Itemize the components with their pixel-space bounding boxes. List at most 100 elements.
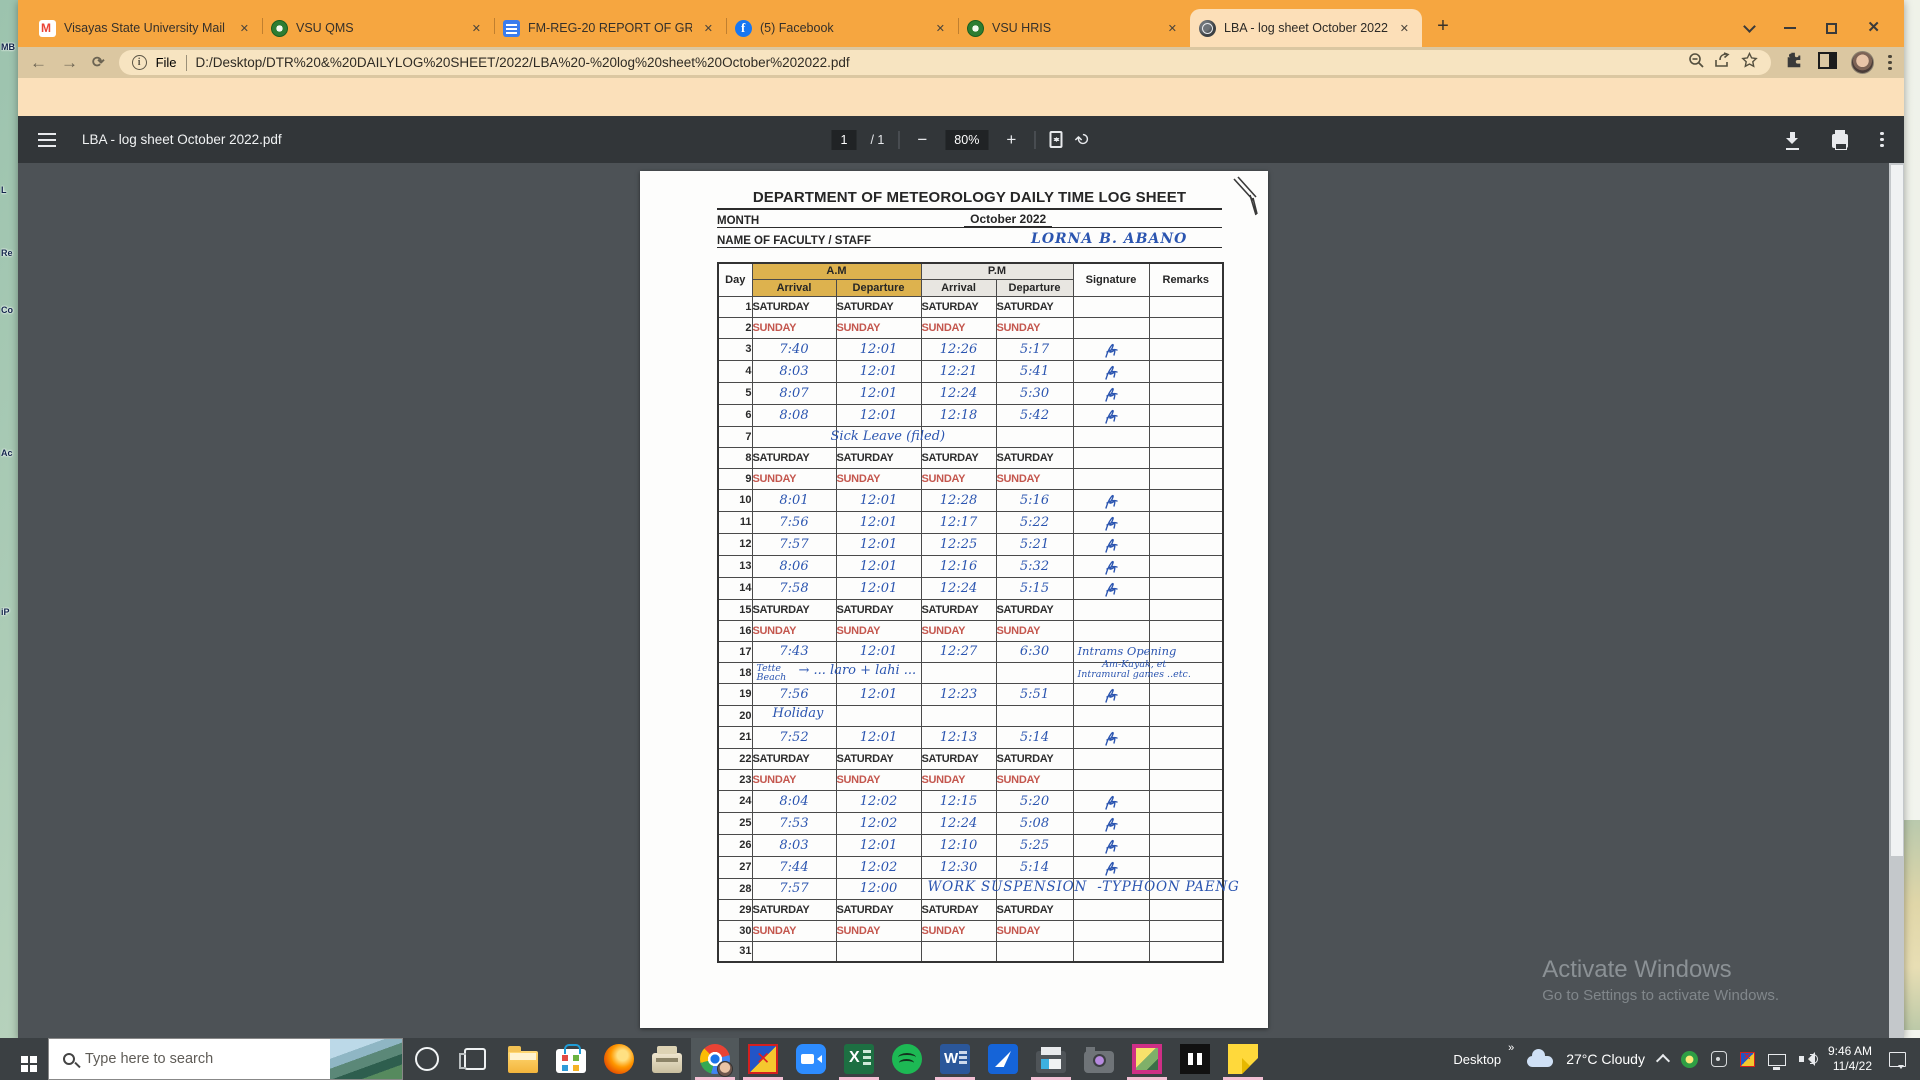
pdf-menu-icon[interactable] <box>38 139 56 141</box>
table-row: 18Tette Beach→ ... laro + lahi ...Am-Kay… <box>718 662 1223 683</box>
desktop-icon-label[interactable]: MB <box>1 42 18 52</box>
show-hidden-icons-chevron[interactable] <box>1656 1054 1670 1068</box>
page-number-input[interactable]: 1 <box>831 130 856 150</box>
remarks-cell <box>1149 769 1223 790</box>
tab-close-icon[interactable]: ✕ <box>236 20 253 37</box>
volume-icon[interactable] <box>1799 1052 1815 1066</box>
pm-arrival-cell: 12:24 <box>921 382 996 404</box>
signature-cell <box>1073 577 1149 599</box>
taskbar-chrome-icon[interactable] <box>691 1038 739 1080</box>
start-button[interactable] <box>0 1038 48 1080</box>
side-panel-icon[interactable] <box>1818 52 1837 74</box>
taskbar-camera-icon[interactable] <box>1075 1038 1123 1080</box>
chrome-app-icon <box>700 1044 730 1074</box>
tab-close-icon[interactable]: ✕ <box>1396 20 1413 37</box>
minimize-button[interactable] <box>1784 27 1796 29</box>
taskbar-printer-icon[interactable] <box>1027 1038 1075 1080</box>
share-icon[interactable] <box>1714 52 1732 73</box>
reload-button[interactable]: ⟳ <box>92 54 105 71</box>
browser-tab[interactable]: VSU QMS✕ <box>262 9 494 47</box>
zoom-out-button[interactable]: − <box>913 130 931 150</box>
network-icon[interactable] <box>1768 1054 1786 1066</box>
browser-menu-icon[interactable] <box>1888 52 1892 73</box>
weather-cloud-icon[interactable] <box>1527 1056 1553 1067</box>
search-highlight-image[interactable] <box>330 1039 402 1079</box>
pm-departure-cell: 5:16 <box>996 489 1073 511</box>
back-button[interactable]: ← <box>30 54 47 71</box>
fit-to-page-icon[interactable] <box>1049 131 1062 148</box>
browser-tab[interactable]: LBA - log sheet October 2022.pdf✕ <box>1190 9 1422 47</box>
weekend-cell: SATURDAY <box>752 296 836 317</box>
print-icon[interactable] <box>1832 134 1848 148</box>
pdf-more-menu-icon[interactable] <box>1880 129 1884 150</box>
zoom-in-button[interactable]: + <box>1002 130 1020 150</box>
taskbar-excel-icon[interactable] <box>835 1038 883 1080</box>
tray-app-icon[interactable] <box>1711 1051 1727 1067</box>
desktop-toolbar-chevron-icon[interactable]: » <box>1508 1042 1514 1054</box>
action-center-icon[interactable] <box>1889 1052 1906 1067</box>
taskbar-photos-icon[interactable] <box>1123 1038 1171 1080</box>
download-icon[interactable] <box>1786 132 1800 147</box>
forward-button[interactable]: → <box>61 54 78 71</box>
taskbar-firefox-icon[interactable] <box>595 1038 643 1080</box>
tab-close-icon[interactable]: ✕ <box>700 20 717 37</box>
taskbar-store-icon[interactable] <box>547 1038 595 1080</box>
taskbar-spotify-icon[interactable] <box>883 1038 931 1080</box>
omnibox[interactable]: i File D:/Desktop/DTR%20&%20DAILYLOG%20S… <box>119 50 1771 75</box>
pdf-scrollbar-thumb[interactable] <box>1891 165 1903 856</box>
desktop-icon-label[interactable]: Re <box>1 248 18 258</box>
handwritten-note: → ... laro + lahi ... <box>799 663 917 678</box>
tab-search-chevron-icon[interactable] <box>1744 20 1757 33</box>
taskbar-explorer-icon[interactable] <box>499 1038 547 1080</box>
taskbar-scan-icon[interactable] <box>643 1038 691 1080</box>
desktop-icon-label[interactable]: Ac <box>1 448 18 458</box>
zoom-page-icon[interactable] <box>1688 52 1705 74</box>
activate-windows-watermark: Activate Windows Go to Settings to activ… <box>1542 956 1779 1004</box>
taskbar-sticky-icon[interactable] <box>1219 1038 1267 1080</box>
page-info-icon[interactable]: i <box>132 55 147 70</box>
browser-tab[interactable]: (5) Facebook✕ <box>726 9 958 47</box>
taskbar-zoom-icon[interactable] <box>787 1038 835 1080</box>
tab-close-icon[interactable]: ✕ <box>932 20 949 37</box>
desktop-icon-label[interactable]: iP <box>1 607 18 617</box>
taskbar-blackapp-icon[interactable] <box>1171 1038 1219 1080</box>
clock[interactable]: 9:46 AM 11/4/22 <box>1828 1044 1872 1074</box>
browser-tab[interactable]: Visayas State University Mail✕ <box>30 9 262 47</box>
extensions-puzzle-icon[interactable] <box>1785 51 1804 75</box>
maximize-button[interactable] <box>1826 23 1837 34</box>
tray-antivirus-icon[interactable] <box>1681 1051 1698 1068</box>
taskbar-word-icon[interactable] <box>931 1038 979 1080</box>
taskbar-cortana-icon[interactable] <box>403 1038 451 1080</box>
weekend-cell: SATURDAY <box>836 447 921 468</box>
weather-text[interactable]: 27°C Cloudy <box>1566 1051 1645 1067</box>
desktop-icon-label[interactable]: Co <box>1 305 18 315</box>
weekend-cell: SATURDAY <box>921 296 996 317</box>
zoom-level-value[interactable]: 80% <box>945 130 988 150</box>
taskbar-taskview-icon[interactable] <box>451 1038 499 1080</box>
signature-scribble <box>1101 535 1121 555</box>
tab-close-icon[interactable]: ✕ <box>1164 20 1181 37</box>
desktop-icon-label[interactable]: L <box>1 185 18 195</box>
day-number: 6 <box>718 404 752 426</box>
rotate-icon[interactable]: ↻ <box>1071 127 1095 151</box>
am-departure-cell: 12:01 <box>836 555 921 577</box>
window-close-button[interactable]: ✕ <box>1867 21 1880 35</box>
taskbar-search-box[interactable]: Type here to search <box>48 1038 403 1080</box>
tab-close-icon[interactable]: ✕ <box>468 20 485 37</box>
tab-title: FM-REG-20 REPORT OF GRADE C <box>528 21 692 35</box>
taskbar-acrobat-icon[interactable] <box>979 1038 1027 1080</box>
new-tab-button[interactable]: + <box>1428 12 1458 42</box>
browser-tab[interactable]: FM-REG-20 REPORT OF GRADE C ✕ <box>494 9 726 47</box>
browser-tab[interactable]: VSU HRIS✕ <box>958 9 1190 47</box>
am-departure-cell: 12:01 <box>836 404 921 426</box>
pm-arrival-cell: 12:13 <box>921 726 996 748</box>
bookmark-star-icon[interactable] <box>1741 52 1758 74</box>
tray-pdf-app-icon[interactable] <box>1740 1052 1755 1067</box>
am-arrival-cell: 8:08 <box>752 404 836 426</box>
taskbar-foxit-icon[interactable] <box>739 1038 787 1080</box>
pm-arrival-cell <box>921 941 996 962</box>
day-number: 12 <box>718 533 752 555</box>
pdf-scrollbar[interactable] <box>1889 163 1904 1038</box>
desktop-toolbar-label[interactable]: Desktop <box>1453 1052 1501 1067</box>
profile-avatar[interactable] <box>1851 51 1874 74</box>
